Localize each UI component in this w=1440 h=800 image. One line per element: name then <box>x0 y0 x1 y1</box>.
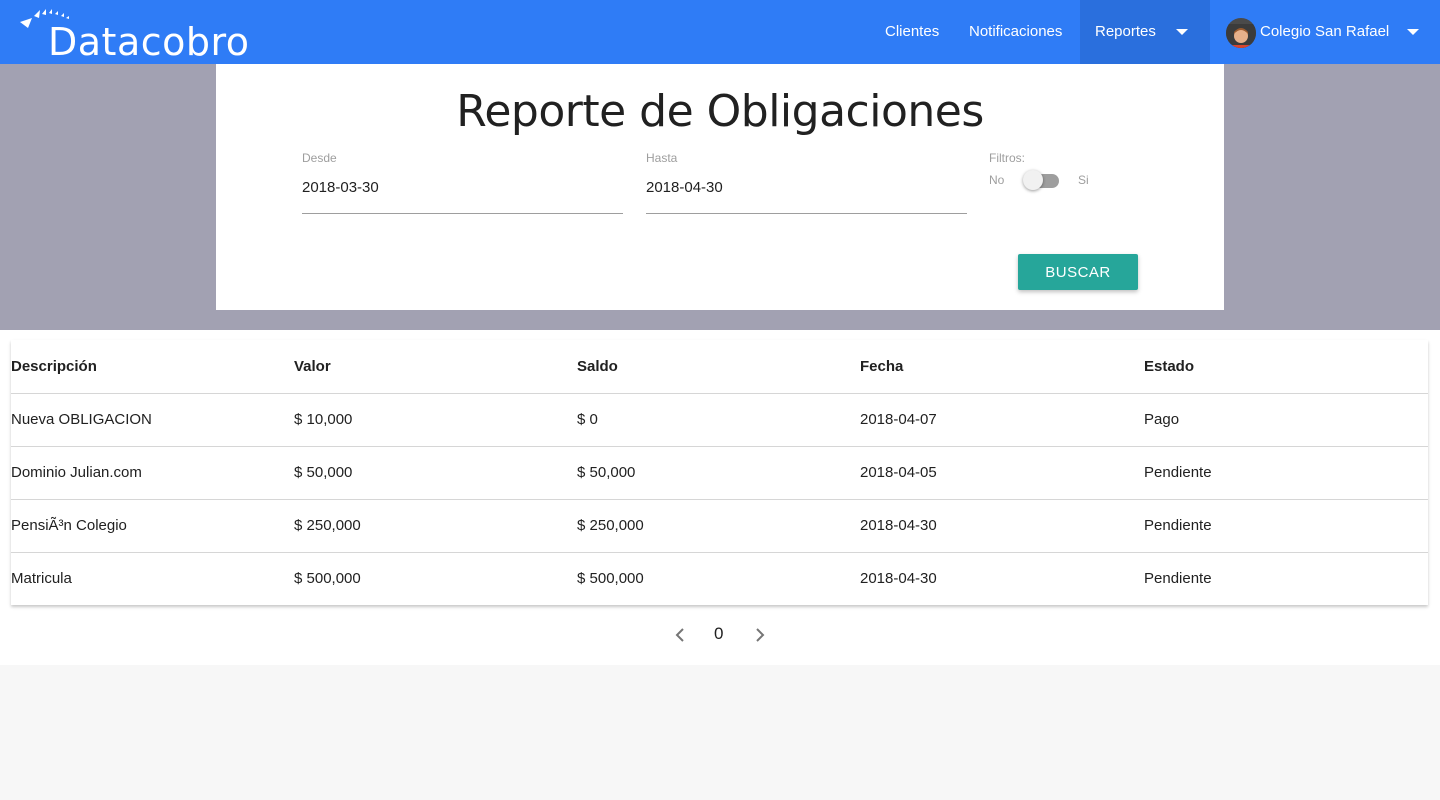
cell-descripcion: Nueva OBLIGACION <box>11 411 152 428</box>
cell-descripcion: Matricula <box>11 570 72 588</box>
filtros-switch[interactable] <box>1023 169 1061 191</box>
hasta-label: Hasta <box>646 151 678 165</box>
buscar-button[interactable]: BUSCAR <box>1018 254 1138 290</box>
column-header-estado: Estado <box>1144 357 1195 375</box>
hasta-field[interactable]: Hasta <box>646 151 967 214</box>
desde-label: Desde <box>302 151 337 165</box>
desde-input[interactable] <box>302 179 623 196</box>
cell-fecha: 2018-04-30 <box>860 570 937 588</box>
cell-descripcion: PensiÃ³n Colegio <box>11 517 127 534</box>
column-header-fecha: Fecha <box>860 357 904 375</box>
cell-estado: Pago <box>1144 411 1180 428</box>
cell-estado: Pendiente <box>1144 517 1212 534</box>
table-header-row: Descripción Valor Saldo Fecha Estado <box>11 340 1428 393</box>
user-menu[interactable]: Colegio San Rafael <box>1224 0 1440 64</box>
results-table: Descripción Valor Saldo Fecha Estado Nue… <box>11 340 1428 605</box>
switch-thumb <box>1023 170 1043 190</box>
cell-fecha: 2018-04-05 <box>860 464 937 481</box>
cell-fecha: 2018-04-30 <box>860 517 937 534</box>
cell-fecha: 2018-04-07 <box>860 411 937 428</box>
cell-saldo: $ 500,000 <box>577 570 644 588</box>
cell-valor: $ 250,000 <box>294 517 361 534</box>
cell-descripcion: Dominio Julian.com <box>11 464 142 481</box>
hasta-input[interactable] <box>646 179 967 196</box>
chevron-down-icon <box>1407 29 1419 35</box>
table-row: Dominio Julian.com $ 50,000 $ 50,000 201… <box>11 446 1428 499</box>
filtros-si-label: Si <box>1078 173 1089 187</box>
cell-estado: Pendiente <box>1144 464 1212 481</box>
column-header-saldo: Saldo <box>577 357 618 375</box>
cell-saldo: $ 250,000 <box>577 517 644 534</box>
chevron-down-icon <box>1176 29 1188 35</box>
nav-clientes[interactable]: Clientes <box>885 0 939 64</box>
filter-card: Reporte de Obligaciones Desde Hasta Filt… <box>216 64 1224 310</box>
filtros-toggle-group: Filtros: No Si <box>989 151 1129 211</box>
top-navbar: Datacobro Clientes Notificaciones Report… <box>0 0 1440 64</box>
column-header-descripcion: Descripción <box>11 357 97 375</box>
filtros-no-label: No <box>989 173 1005 187</box>
chevron-left-icon[interactable] <box>671 626 689 644</box>
filtros-label: Filtros: <box>989 151 1025 165</box>
cell-valor: $ 10,000 <box>294 411 353 428</box>
cell-valor: $ 500,000 <box>294 570 361 588</box>
desde-field[interactable]: Desde <box>302 151 623 214</box>
page-title: Reporte de Obligaciones <box>456 86 984 137</box>
pagination: 0 <box>0 620 1440 650</box>
results-table-card: Descripción Valor Saldo Fecha Estado Nue… <box>11 340 1428 605</box>
brand-logo[interactable]: Datacobro <box>18 4 258 64</box>
chevron-right-icon[interactable] <box>751 626 769 644</box>
avatar <box>1226 18 1256 48</box>
cell-saldo: $ 50,000 <box>577 464 636 481</box>
cell-saldo: $ 0 <box>577 411 598 428</box>
nav-reportes-dropdown[interactable]: Reportes <box>1080 0 1210 64</box>
results-area: Descripción Valor Saldo Fecha Estado Nue… <box>0 330 1440 665</box>
column-header-valor: Valor <box>294 357 331 375</box>
brand-name: Datacobro <box>48 20 250 64</box>
user-name: Colegio San Rafael <box>1260 23 1390 40</box>
page-number[interactable]: 0 <box>714 624 723 644</box>
cell-estado: Pendiente <box>1144 570 1212 588</box>
nav-notificaciones[interactable]: Notificaciones <box>969 0 1062 64</box>
table-row: Nueva OBLIGACION $ 10,000 $ 0 2018-04-07… <box>11 393 1428 446</box>
cell-valor: $ 50,000 <box>294 464 353 481</box>
table-row: PensiÃ³n Colegio $ 250,000 $ 250,000 201… <box>11 499 1428 552</box>
nav-reportes-label: Reportes <box>1095 23 1156 40</box>
table-row: Matricula $ 500,000 $ 500,000 2018-04-30… <box>11 552 1428 605</box>
